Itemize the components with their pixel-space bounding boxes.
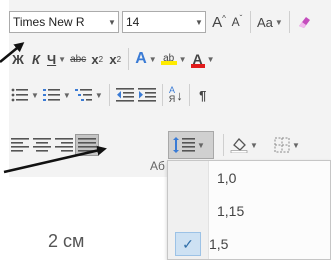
annotation-arrows <box>0 42 107 174</box>
arrow-pointer-icon <box>3 145 107 174</box>
arrow-pointer-icon <box>0 42 25 63</box>
